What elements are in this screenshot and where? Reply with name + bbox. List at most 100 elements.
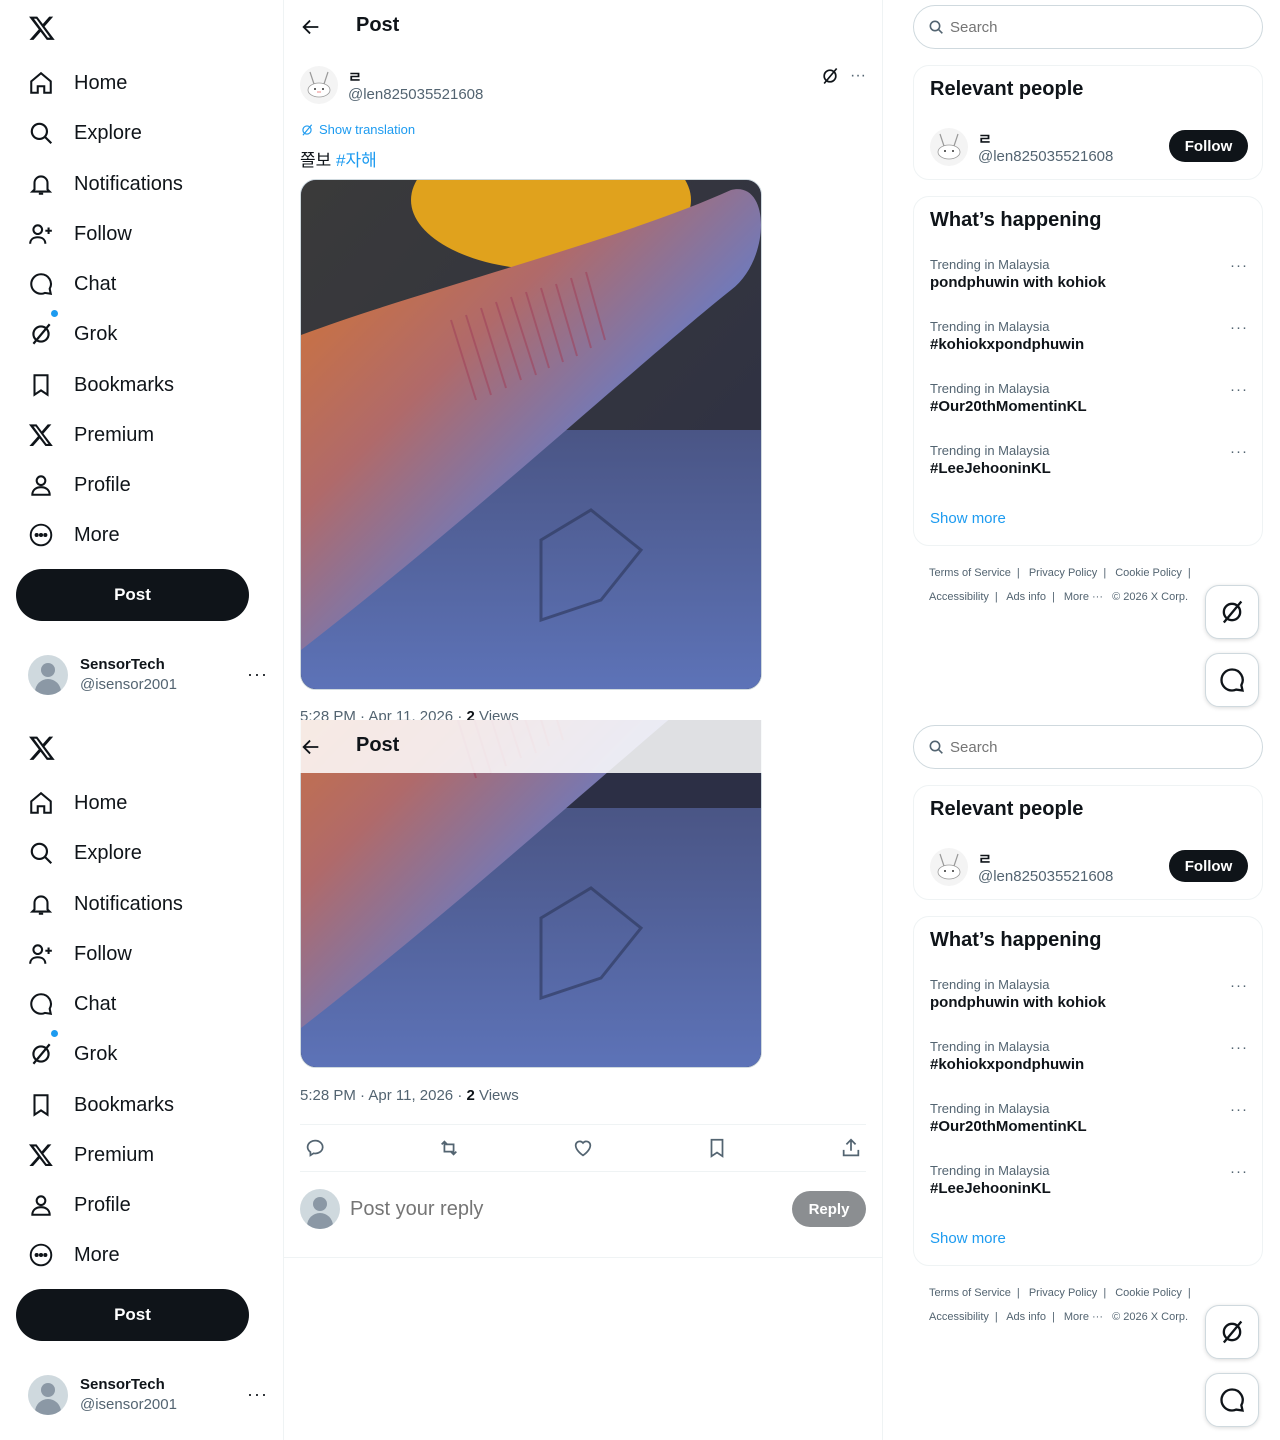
more-dots-icon[interactable]: ···: [1230, 381, 1248, 398]
nav-chat[interactable]: Chat: [16, 982, 128, 1026]
nav-notifications[interactable]: Notifications: [16, 162, 195, 206]
account-switcher[interactable]: SensorTech @isensor2001 ···: [28, 655, 268, 695]
nav-chat[interactable]: Chat: [16, 262, 128, 306]
grok-fab[interactable]: [1205, 1305, 1259, 1359]
more-dots-icon[interactable]: ···: [247, 665, 268, 683]
follow-button[interactable]: Follow: [1169, 130, 1248, 162]
nav-notifications[interactable]: Notifications: [16, 882, 195, 926]
like-icon[interactable]: [572, 1137, 594, 1159]
footer-link[interactable]: Cookie Policy: [1115, 1287, 1182, 1299]
more-dots-icon[interactable]: ···: [850, 67, 866, 85]
post-button[interactable]: Post: [16, 569, 249, 621]
nav-more[interactable]: More: [16, 1233, 132, 1277]
hashtag-link[interactable]: #자해: [336, 151, 377, 170]
footer-link[interactable]: Cookie Policy: [1115, 567, 1182, 579]
nav-explore[interactable]: Explore: [16, 831, 154, 875]
grok-icon[interactable]: [820, 66, 840, 86]
nav-bookmarks[interactable]: Bookmarks: [16, 1083, 186, 1127]
x-logo-icon[interactable]: [28, 14, 56, 42]
post-button[interactable]: Post: [16, 1289, 249, 1341]
footer-link[interactable]: More ···: [1064, 591, 1103, 603]
nav-grok[interactable]: Grok: [16, 310, 129, 356]
nav-premium[interactable]: Premium: [16, 1133, 166, 1177]
trend-item[interactable]: Trending in Malaysia #LeeJehooninKL ···: [930, 443, 1248, 485]
relevant-people-card: Relevant people ㄹ @len825035521608 Follo…: [913, 785, 1263, 900]
post-time: 5:28 PM · Apr 11, 2026 ·: [300, 1087, 467, 1104]
nav-profile[interactable]: Profile: [16, 1183, 143, 1227]
show-more-link[interactable]: Show more: [930, 1230, 1006, 1247]
more-dots-icon[interactable]: ···: [1230, 257, 1248, 274]
share-icon[interactable]: [840, 1137, 862, 1159]
views-count: 2: [466, 1087, 475, 1104]
reply-input[interactable]: [350, 1197, 792, 1221]
nav-label: More: [74, 1243, 120, 1266]
add-user-icon: [29, 944, 52, 964]
chat-fab[interactable]: [1205, 653, 1259, 707]
reply-icon[interactable]: [304, 1137, 326, 1159]
footer-link[interactable]: Terms of Service: [929, 1287, 1011, 1299]
post-image[interactable]: [300, 179, 762, 690]
bookmark-icon[interactable]: [706, 1137, 728, 1159]
author-handle[interactable]: @len825035521608: [348, 86, 483, 103]
relevant-person[interactable]: ㄹ @len825035521608 Follow: [930, 844, 1248, 890]
more-dots-icon[interactable]: ···: [1230, 1163, 1248, 1180]
nav-profile[interactable]: Profile: [16, 463, 143, 507]
post-author: ㄹ @len825035521608 ···: [300, 66, 866, 106]
nav-more[interactable]: More: [16, 513, 132, 557]
show-translation-link[interactable]: Show translation: [300, 122, 415, 137]
back-arrow-icon[interactable]: [300, 16, 322, 38]
more-dots-icon[interactable]: ···: [247, 1385, 268, 1403]
nav-explore[interactable]: Explore: [16, 111, 154, 155]
footer-link[interactable]: Accessibility: [929, 1311, 989, 1323]
grok-fab[interactable]: [1205, 585, 1259, 639]
footer-link[interactable]: More ···: [1064, 1311, 1103, 1323]
trend-name: #kohiokxpondphuwin: [930, 1056, 1085, 1073]
trend-item[interactable]: Trending in Malaysia #Our20thMomentinKL …: [930, 381, 1248, 423]
footer-link[interactable]: Terms of Service: [929, 567, 1011, 579]
search-box[interactable]: [913, 725, 1263, 769]
follow-button[interactable]: Follow: [1169, 850, 1248, 882]
trend-item[interactable]: Trending in Malaysia #LeeJehooninKL ···: [930, 1163, 1248, 1205]
trend-name: #Our20thMomentinKL: [930, 1118, 1087, 1135]
search-icon: [929, 740, 943, 754]
more-dots-icon[interactable]: ···: [1230, 977, 1248, 994]
search-box[interactable]: [913, 5, 1263, 49]
trend-item[interactable]: Trending in Malaysia pondphuwin with koh…: [930, 257, 1248, 299]
search-input[interactable]: [950, 18, 1240, 36]
trend-item[interactable]: Trending in Malaysia #kohiokxpondphuwin …: [930, 1039, 1248, 1081]
account-switcher[interactable]: SensorTech @isensor2001 ···: [28, 1375, 268, 1415]
footer-link[interactable]: Ads info: [1006, 591, 1046, 603]
show-more-link[interactable]: Show more: [930, 510, 1006, 527]
more-dots-icon[interactable]: ···: [1230, 1039, 1248, 1056]
trend-item[interactable]: Trending in Malaysia #Our20thMomentinKL …: [930, 1101, 1248, 1143]
search-input[interactable]: [950, 738, 1240, 756]
relevant-person[interactable]: ㄹ @len825035521608 Follow: [930, 124, 1248, 170]
footer-link[interactable]: Accessibility: [929, 591, 989, 603]
chat-fab[interactable]: [1205, 1373, 1259, 1427]
more-dots-icon[interactable]: ···: [1230, 319, 1248, 336]
nav-follow[interactable]: Follow: [16, 932, 144, 976]
nav-grok[interactable]: Grok: [16, 1030, 129, 1076]
nav-follow[interactable]: Follow: [16, 212, 144, 256]
footer-link[interactable]: Ads info: [1006, 1311, 1046, 1323]
author-avatar[interactable]: [300, 66, 338, 104]
nav-bookmarks[interactable]: Bookmarks: [16, 363, 186, 407]
back-arrow-icon[interactable]: [300, 736, 322, 758]
more-dots-icon[interactable]: ···: [1230, 443, 1248, 460]
nav-label: Profile: [74, 1193, 131, 1216]
nav-premium[interactable]: Premium: [16, 413, 166, 457]
nav-home[interactable]: Home: [16, 781, 139, 825]
trend-item[interactable]: Trending in Malaysia #kohiokxpondphuwin …: [930, 319, 1248, 361]
author-name[interactable]: ㄹ: [348, 66, 362, 87]
x-logo-icon[interactable]: [28, 734, 56, 762]
arm-photo: [301, 180, 761, 689]
repost-icon[interactable]: [438, 1137, 460, 1159]
footer-link[interactable]: Privacy Policy: [1029, 1287, 1097, 1299]
trend-item[interactable]: Trending in Malaysia pondphuwin with koh…: [930, 977, 1248, 1019]
nav-home[interactable]: Home: [16, 61, 139, 105]
reply-button[interactable]: Reply: [792, 1191, 866, 1227]
search-icon: [30, 122, 53, 145]
footer-link[interactable]: Privacy Policy: [1029, 567, 1097, 579]
more-dots-icon[interactable]: ···: [1230, 1101, 1248, 1118]
card-title: Relevant people: [930, 798, 1084, 820]
